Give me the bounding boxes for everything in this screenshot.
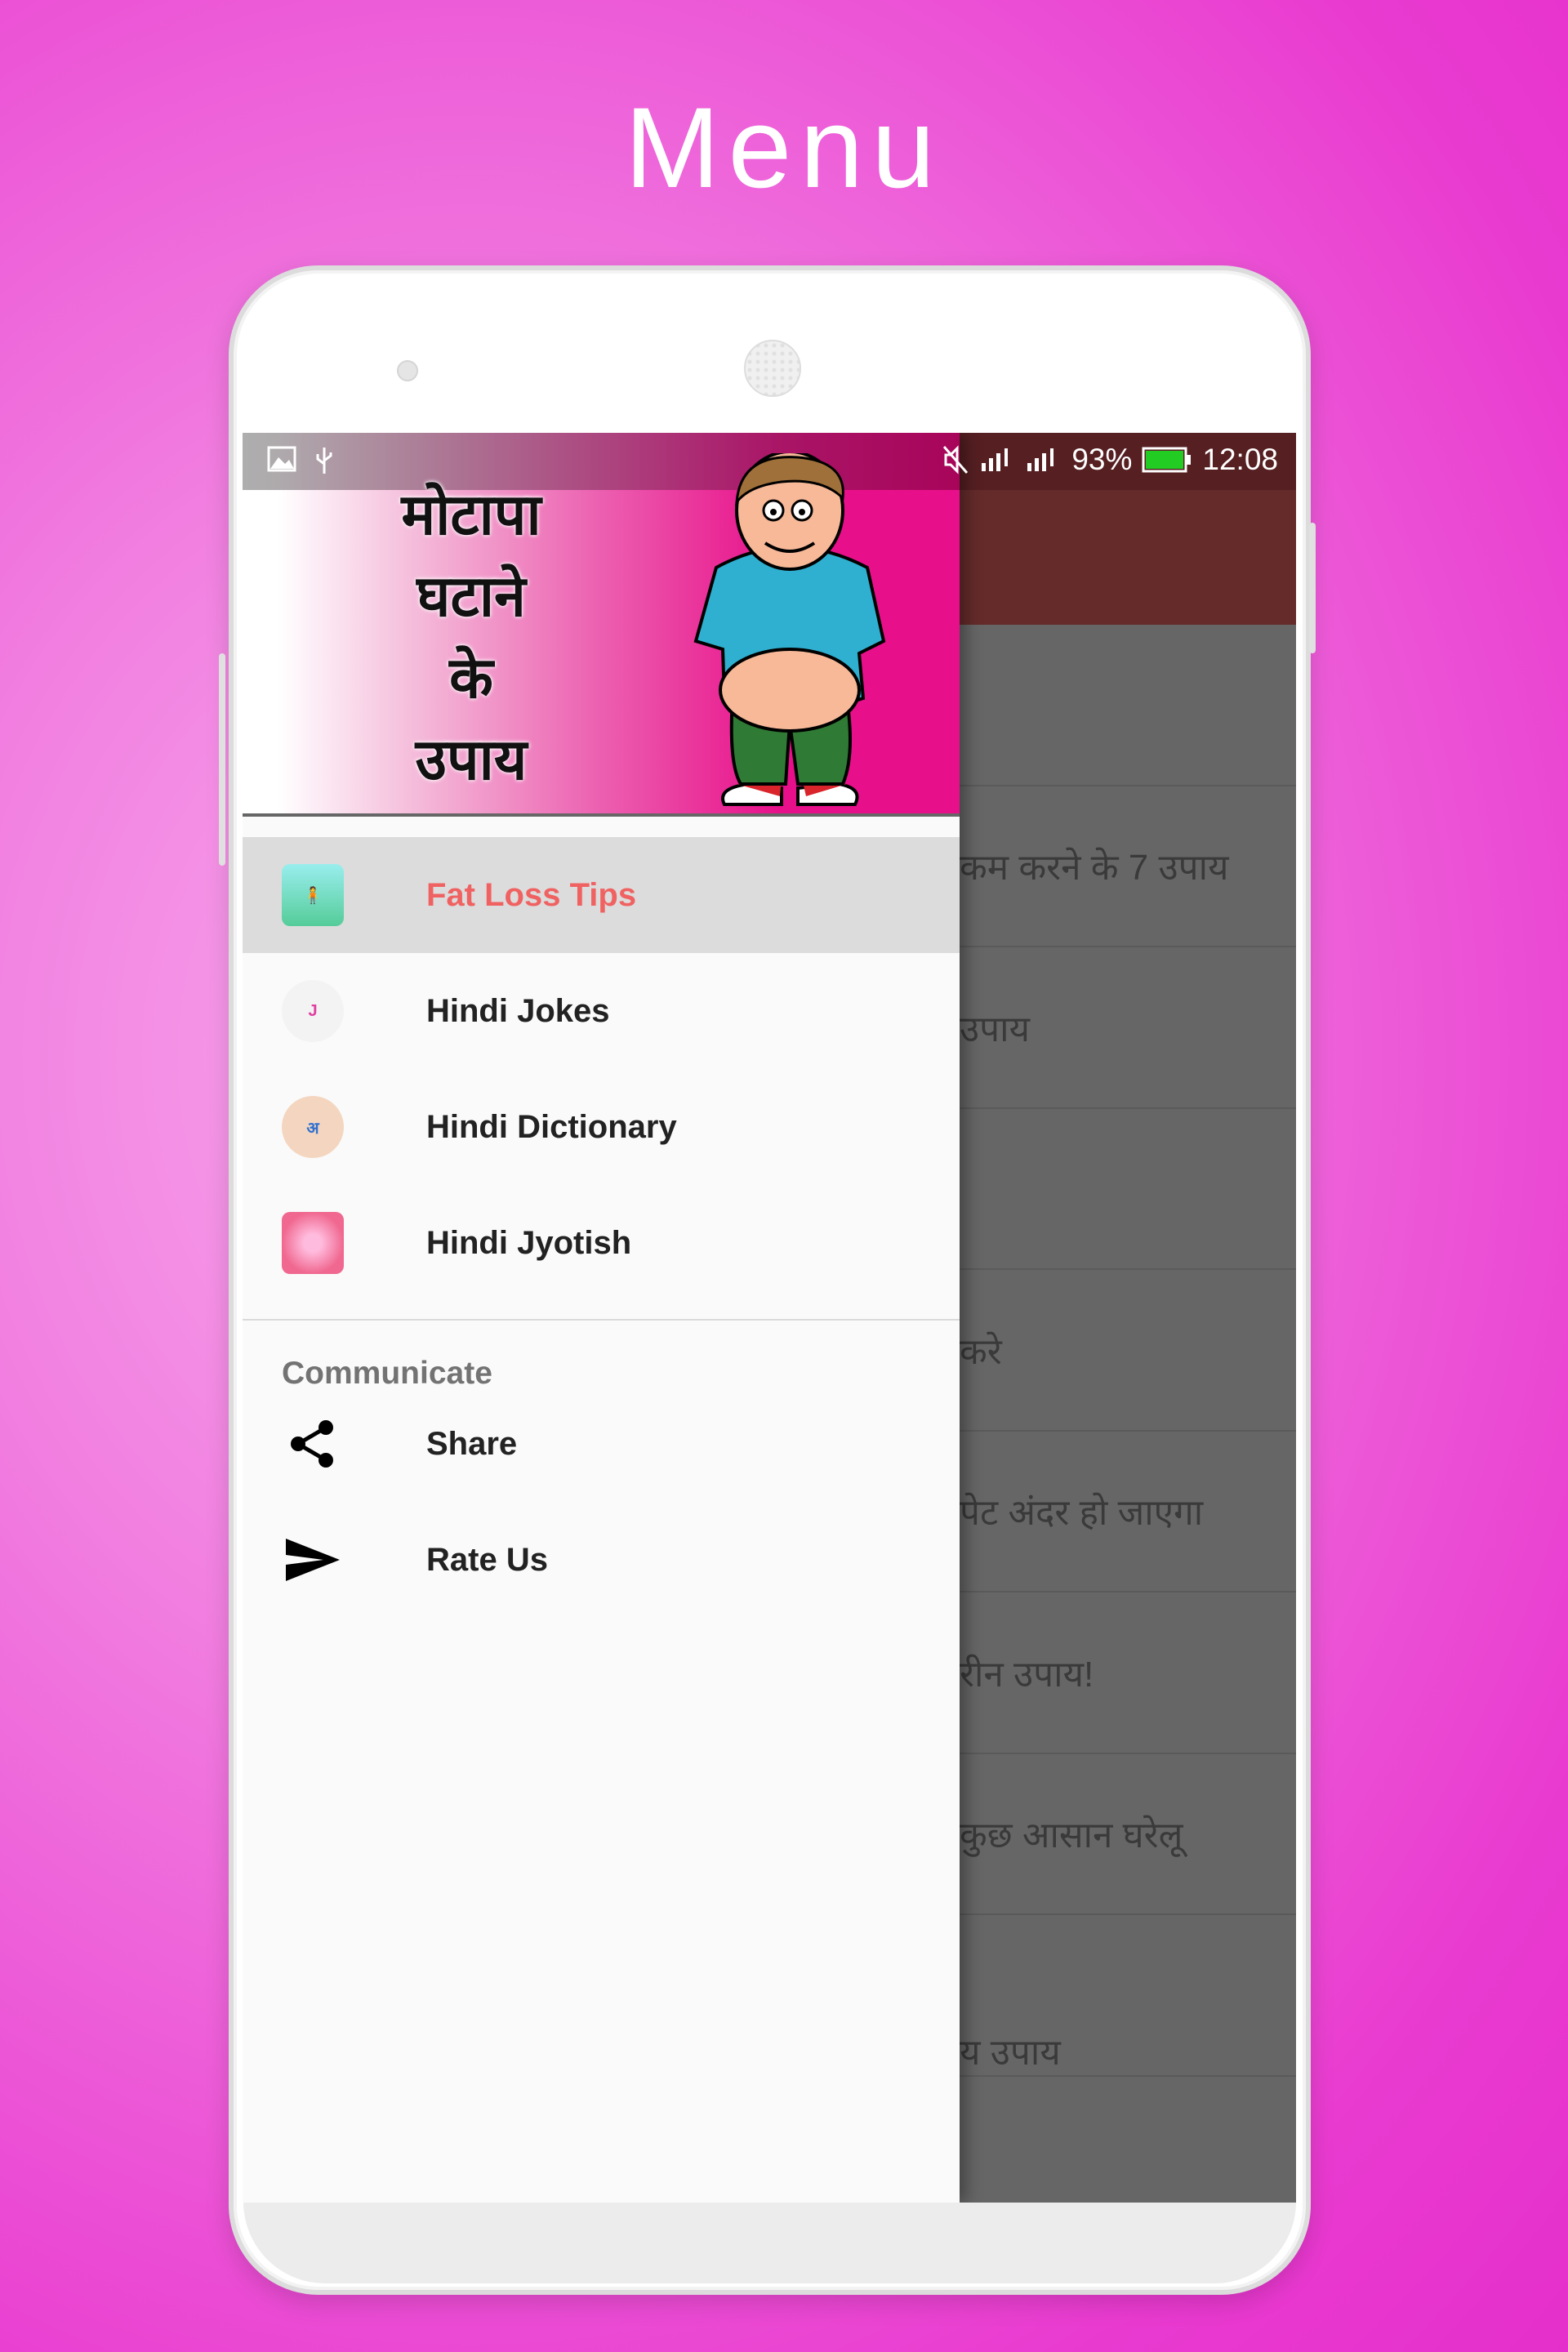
earpiece-speaker [744,340,801,397]
hindi-dictionary-app-icon: अ [282,1096,344,1158]
front-camera [397,360,418,381]
usb-icon [316,448,332,474]
hindi-jokes-app-icon: J [282,980,344,1042]
send-icon [282,1529,344,1591]
mute-icon [943,445,969,474]
phone-screen: कम करने के 7 उपाय उपाय करे पेट अंदर हो ज… [243,433,1296,2203]
drawer-item-hindi-jokes[interactable]: J Hindi Jokes [243,953,960,1069]
status-bar: 93% 12:08 [243,433,1296,490]
battery-percent: 93% [1071,443,1133,476]
drawer-item-fat-loss-tips[interactable]: 🧍 Fat Loss Tips [243,837,960,953]
volume-button [219,653,225,866]
drawer-item-share[interactable]: Share [243,1386,960,1502]
navigation-drawer: मोटापा घटाने के उपाय 🧍 Fat Loss Tips J H… [243,433,960,2203]
drawer-item-hindi-dictionary[interactable]: अ Hindi Dictionary [243,1069,960,1185]
battery-icon [1142,447,1192,473]
power-button [1309,523,1316,653]
share-icon [282,1413,344,1475]
signal-icon [1027,448,1054,471]
header-title: मोटापा घटाने के उपाय [401,481,541,793]
image-icon [267,446,296,472]
drawer-header: मोटापा घटाने के उपाय [243,433,960,817]
fat-man-illustration [693,453,886,806]
drawer-item-hindi-jyotish[interactable]: Hindi Jyotish [243,1185,960,1301]
signal-icon [982,448,1009,471]
fat-loss-app-icon: 🧍 [282,864,344,926]
clock: 12:08 [1202,443,1278,476]
drawer-item-rate-us[interactable]: Rate Us [243,1502,960,1618]
page-title: Menu [624,83,944,212]
phone-chin [243,2202,1296,2283]
hindi-jyotish-app-icon [282,1212,344,1274]
